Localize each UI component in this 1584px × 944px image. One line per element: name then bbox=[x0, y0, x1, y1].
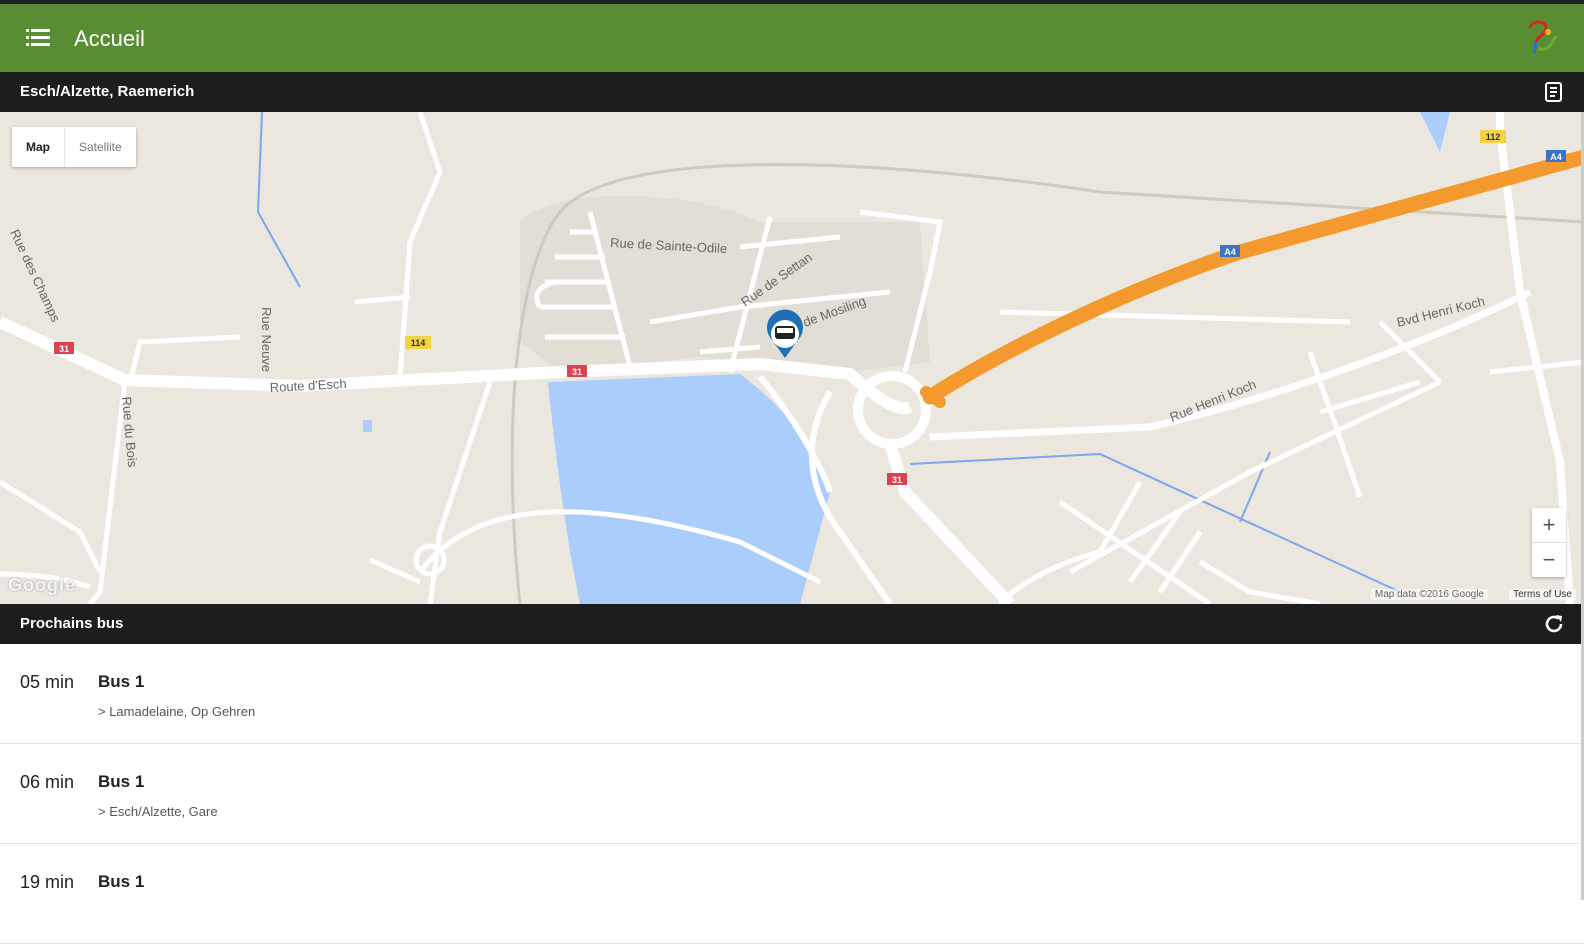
street-label: Rue Neuve bbox=[259, 307, 274, 372]
next-buses-title: Prochains bus bbox=[20, 615, 124, 632]
map-type-satellite-button[interactable]: Satellite bbox=[64, 127, 136, 167]
road-shield-label: 31 bbox=[59, 344, 69, 354]
zoom-in-button[interactable]: + bbox=[1532, 508, 1566, 542]
road-south bbox=[884, 442, 1015, 604]
stop-header: Esch/Alzette, Raemerich bbox=[0, 72, 1584, 112]
menu-icon[interactable] bbox=[22, 24, 54, 52]
departure-time: 05 min bbox=[20, 672, 75, 692]
departure-destination: > Esch/Alzette, Gare bbox=[98, 804, 218, 819]
highway-a4 bbox=[922, 149, 1584, 405]
map-type-control: Map Satellite bbox=[12, 127, 136, 167]
water-top-right bbox=[1420, 112, 1450, 152]
timetable-icon[interactable] bbox=[1542, 80, 1566, 104]
road-shield-label: 31 bbox=[892, 475, 902, 485]
departure-line: Bus 1 bbox=[98, 772, 145, 791]
google-logo: Google bbox=[8, 575, 76, 595]
stop-name: Esch/Alzette, Raemerich bbox=[20, 83, 195, 100]
pond bbox=[363, 420, 372, 432]
stream bbox=[256, 112, 301, 288]
departure-row[interactable]: 06 min Bus 1 > Esch/Alzette, Gare bbox=[0, 744, 1584, 844]
app-logo-icon bbox=[1522, 18, 1562, 60]
departure-destination: > Lamadelaine, Op Gehren bbox=[98, 704, 256, 719]
app-bar: Accueil bbox=[0, 0, 1584, 72]
terms-of-use-link[interactable]: Terms of Use bbox=[1509, 589, 1576, 600]
street-label: Rue du Bois bbox=[119, 396, 140, 468]
departure-time: 19 min bbox=[20, 872, 75, 892]
refresh-icon[interactable] bbox=[1542, 612, 1566, 636]
road-shield-label: A4 bbox=[1550, 152, 1562, 162]
map-canvas: 31 31 31 114 112 A4 A4 Route d'Esch Rue … bbox=[0, 112, 1584, 604]
departure-row[interactable]: 05 min Bus 1 > Lamadelaine, Op Gehren bbox=[0, 644, 1584, 744]
departure-row[interactable]: 19 min Bus 1 bbox=[0, 844, 1584, 944]
road-shield-label: A4 bbox=[1224, 247, 1236, 257]
road-shield-label: 112 bbox=[1486, 132, 1501, 142]
next-buses-header: Prochains bus bbox=[0, 604, 1584, 644]
departure-line: Bus 1 bbox=[98, 872, 145, 891]
map-type-map-button[interactable]: Map bbox=[12, 127, 64, 167]
street-label: Bvd Henri Koch bbox=[1395, 294, 1486, 330]
street-label: Route d'Esch bbox=[269, 376, 347, 395]
street-label: Rue des Champs bbox=[7, 227, 63, 325]
road-shield-label: 114 bbox=[411, 338, 426, 348]
page-title: Accueil bbox=[74, 26, 145, 51]
departure-time: 06 min bbox=[20, 772, 75, 792]
map-view[interactable]: 31 31 31 114 112 A4 A4 Route d'Esch Rue … bbox=[0, 112, 1584, 604]
road-shield-label: 31 bbox=[572, 367, 582, 377]
zoom-control: + − bbox=[1532, 508, 1566, 577]
departure-line: Bus 1 bbox=[98, 672, 145, 691]
map-attribution: Map data ©2016 Google bbox=[1370, 589, 1488, 600]
zoom-out-button[interactable]: − bbox=[1532, 543, 1566, 577]
